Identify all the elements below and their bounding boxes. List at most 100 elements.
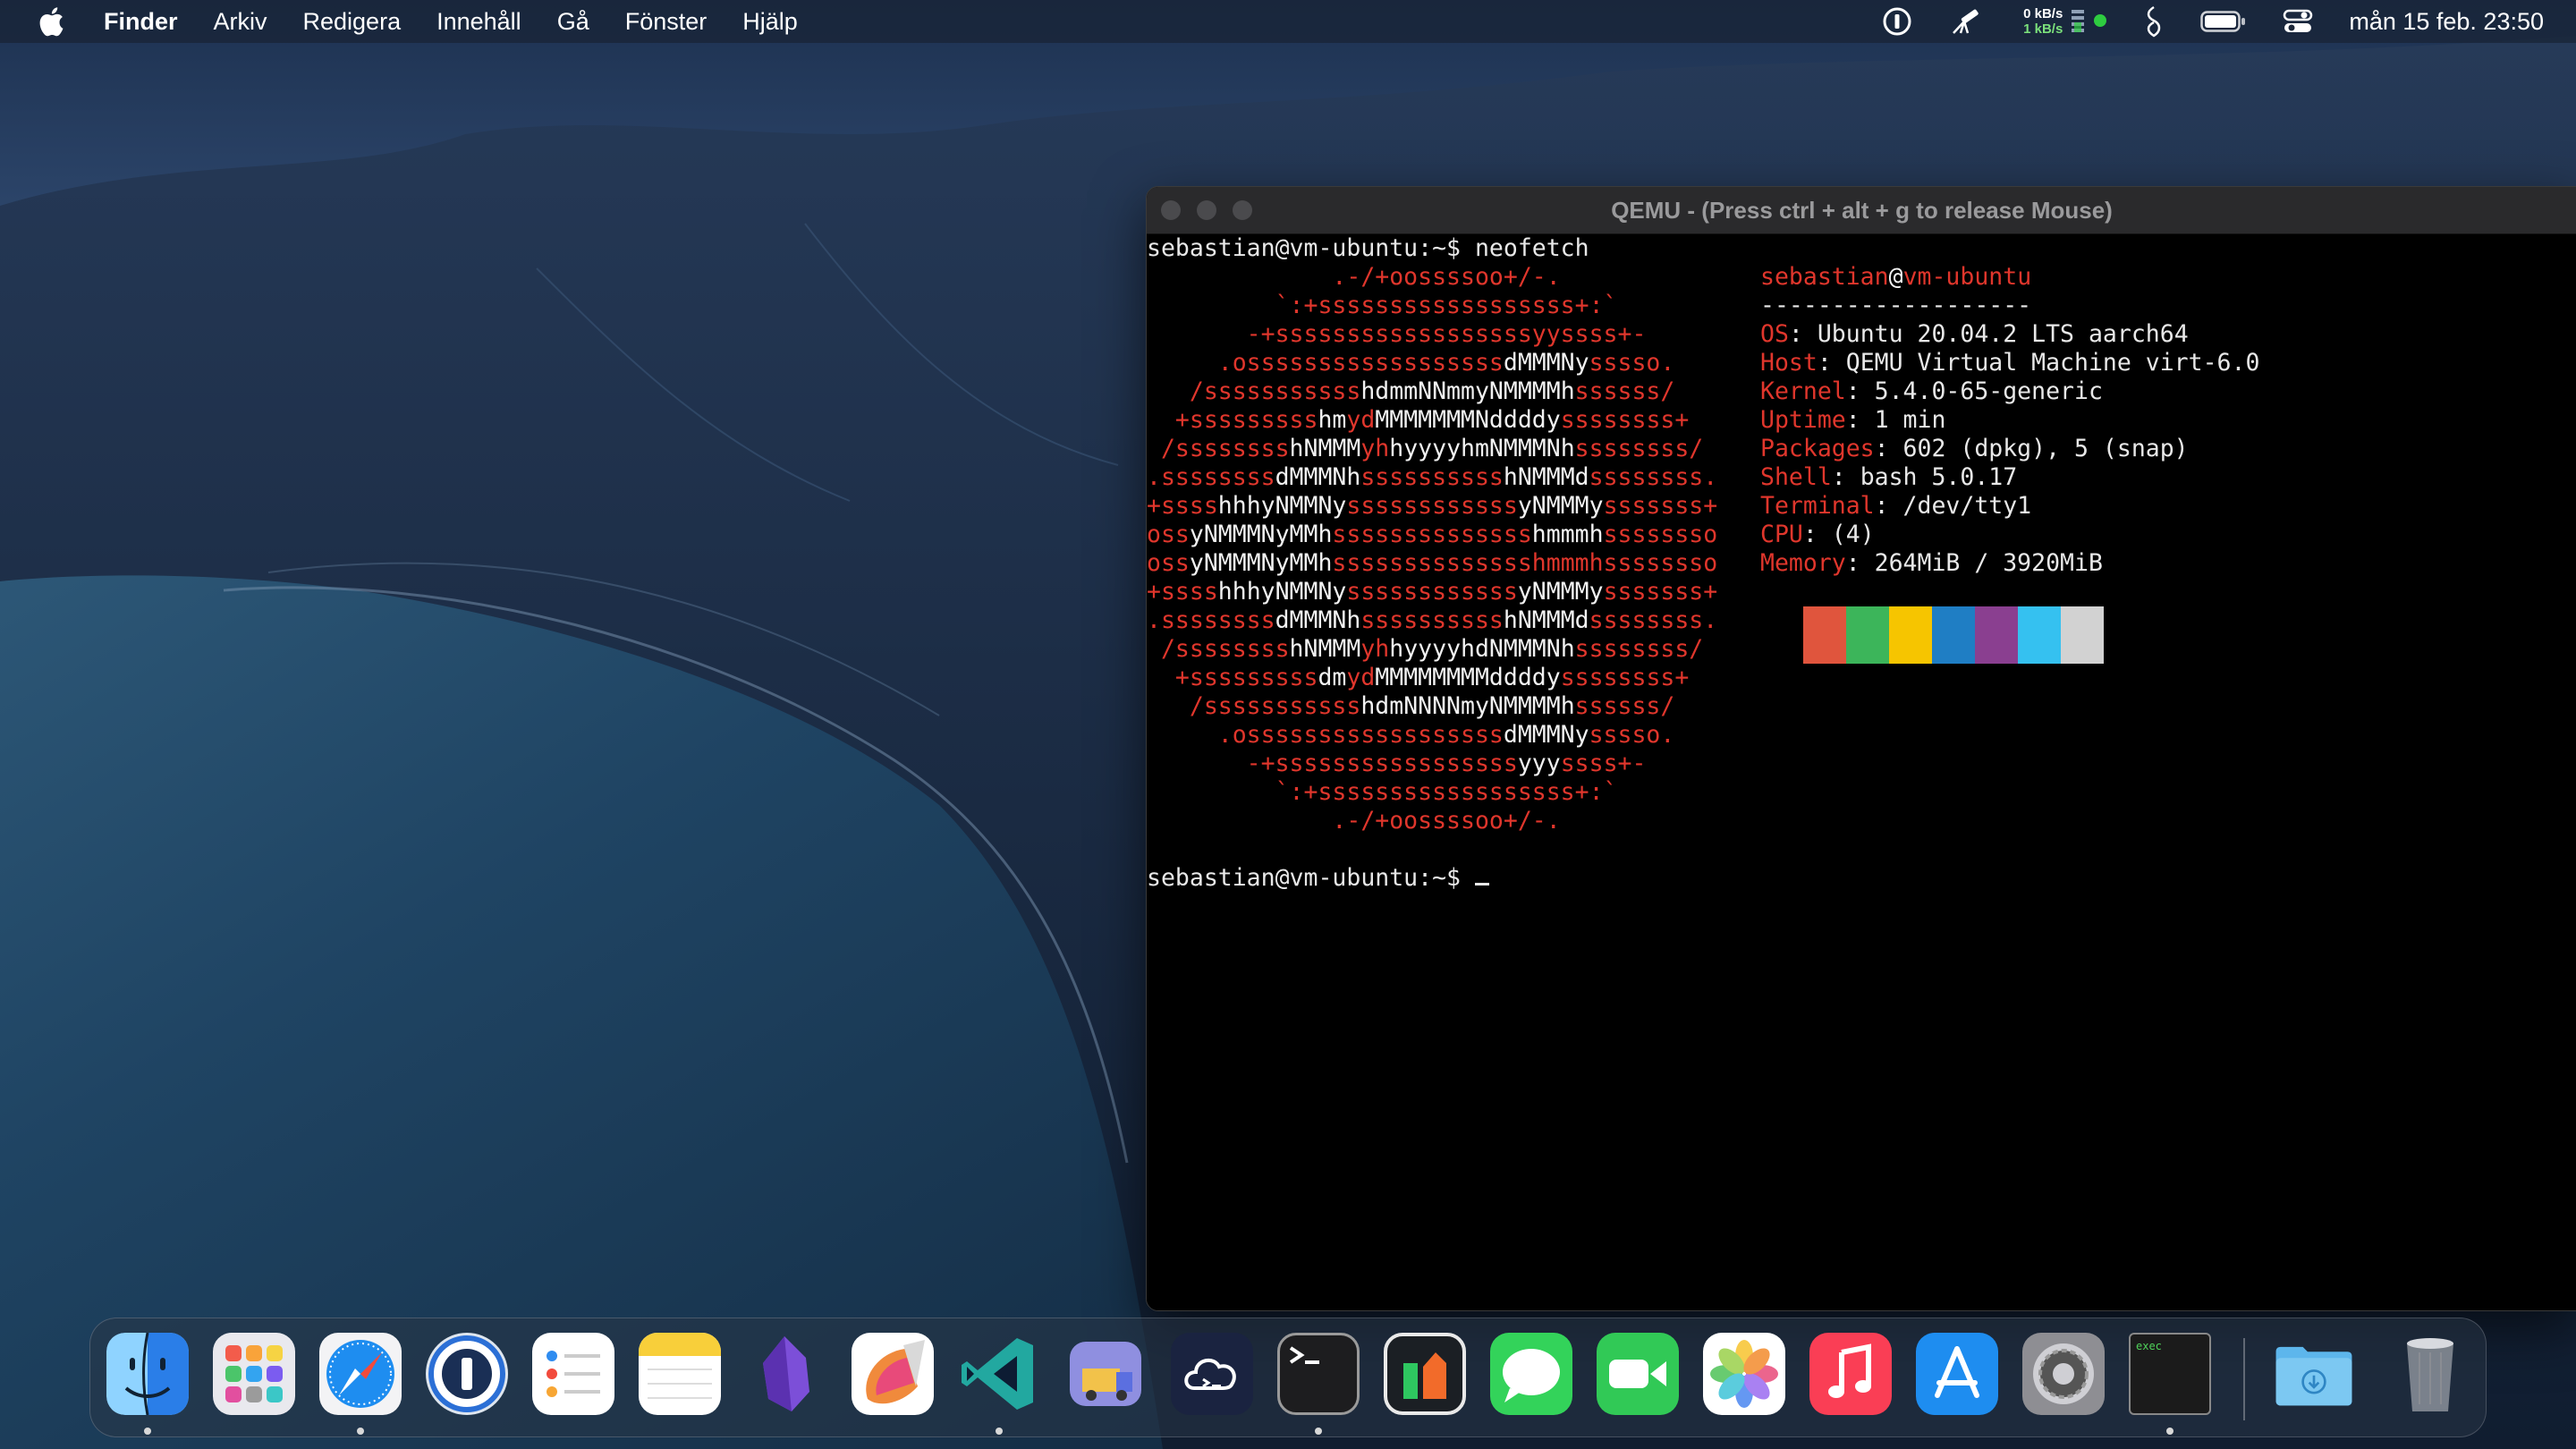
ascii-segment: .ssssssss — [1147, 463, 1275, 491]
dock-facetime[interactable] — [1597, 1333, 1679, 1415]
dock-finder[interactable] — [106, 1333, 189, 1415]
info-label: Host — [1760, 349, 1818, 377]
onepassword-menu-icon[interactable] — [1882, 6, 1912, 37]
dock-1password[interactable] — [426, 1333, 508, 1415]
dock-system-preferences[interactable] — [2022, 1333, 2105, 1415]
menu-arkiv[interactable]: Arkiv — [214, 8, 267, 36]
dock: exec — [89, 1318, 2487, 1437]
dock-messages[interactable] — [1490, 1333, 1572, 1415]
apple-menu-icon[interactable] — [36, 5, 66, 38]
minimize-button[interactable] — [1197, 200, 1216, 220]
dock-reminders[interactable] — [532, 1333, 614, 1415]
info-host: vm-ubuntu — [1902, 263, 2032, 291]
network-speed[interactable]: 0 kB/s 1 kB/s — [2023, 6, 2063, 37]
ascii-segment: hNMMM — [1289, 435, 1361, 462]
window-titlebar[interactable]: QEMU - (Press ctrl + alt + g to release … — [1147, 187, 2576, 234]
ascii-segment: yNMMMNyMMh — [1189, 549, 1333, 577]
menu-clock[interactable]: mån 15 feb. 23:50 — [2349, 8, 2544, 36]
ascii-segment: ssssssso — [1603, 521, 1718, 548]
ascii-segment: ssssssssss — [1360, 463, 1504, 491]
info-separator: ------------------- — [1760, 292, 2032, 319]
info-value: : QEMU Virtual Machine virt-6.0 — [1817, 349, 2260, 377]
dock-vscode[interactable] — [958, 1333, 1040, 1415]
menu-hjalp[interactable]: Hjälp — [742, 8, 798, 36]
dock-notes[interactable] — [639, 1333, 721, 1415]
ascii-segment: `:+ssssssssssssssssss+:` — [1147, 292, 1618, 319]
command-line: sebastian@vm-ubuntu:~$ neofetch — [1147, 234, 1589, 262]
exec-running-dot — [2166, 1428, 2174, 1435]
ascii-segment: hdmmNNmmyNMMMMh — [1360, 377, 1575, 405]
ascii-segment: dMMMNy — [1503, 721, 1589, 749]
info-user: sebastian — [1760, 263, 1889, 291]
ascii-segment: .-/+oossssoo+/-. — [1147, 807, 1561, 835]
dock-obsidian[interactable] — [745, 1333, 827, 1415]
info-value: : 5.4.0-65-generic — [1845, 377, 2103, 405]
terminal-running-dot — [1315, 1428, 1322, 1435]
ascii-segment: /sssssssssss — [1147, 377, 1361, 405]
menu-ga[interactable]: Gå — [557, 8, 589, 36]
dock-pixelmator[interactable] — [852, 1333, 934, 1415]
menu-fonster[interactable]: Fönster — [625, 8, 708, 36]
onepassword-icon — [428, 1335, 505, 1412]
dock-vectorian[interactable] — [1384, 1333, 1466, 1415]
text-cursor — [1474, 883, 1489, 886]
obsidian-icon — [763, 1336, 809, 1411]
info-label: CPU — [1760, 521, 1803, 548]
ascii-segment: -+ssssssssssssssssssyyssss+- — [1147, 320, 1647, 348]
telescope-menu-icon[interactable] — [1948, 6, 1984, 37]
ascii-segment: ssssss/ — [1574, 377, 1675, 405]
info-value: : bash 5.0.17 — [1831, 463, 2018, 491]
dock-transmit[interactable] — [1064, 1333, 1147, 1415]
bartender-menu-icon[interactable] — [2143, 4, 2165, 38]
info-label: Kernel — [1760, 377, 1846, 405]
menu-redigera[interactable]: Redigera — [303, 8, 402, 36]
terminal-screen[interactable]: sebastian@vm-ubuntu:~$ neofetch .-/+ooss… — [1147, 234, 2576, 1310]
zoom-button[interactable] — [1233, 200, 1252, 220]
dock-cloud-app[interactable] — [1171, 1333, 1253, 1415]
color-swatch — [2018, 606, 2061, 664]
network-upload: 0 kB/s — [2023, 6, 2063, 21]
photos-icon — [1710, 1340, 1778, 1408]
ascii-segment: ssssssss+ — [1560, 406, 1690, 434]
memory-stats-icon[interactable] — [2072, 8, 2107, 35]
ascii-segment: .ossssssssssssssssss — [1147, 349, 1504, 377]
ascii-segment: .-/+oossssoo+/-. — [1147, 263, 1561, 291]
prompt-text: sebastian@vm-ubuntu:~$ — [1147, 864, 1475, 892]
ascii-segment: ssssssssssss — [1346, 578, 1518, 606]
control-center-icon[interactable] — [2283, 8, 2313, 35]
ascii-segment: +sssssssss — [1147, 664, 1318, 691]
dock-trash[interactable] — [2389, 1333, 2471, 1415]
ascii-segment: `:+ssssssssssssssssss+:` — [1147, 778, 1618, 806]
info-value: : Ubuntu 20.04.2 LTS aarch64 — [1788, 320, 2189, 348]
info-label: Shell — [1760, 463, 1832, 491]
messages-icon — [1503, 1349, 1560, 1402]
dock-terminal[interactable] — [1277, 1333, 1360, 1415]
qemu-window[interactable]: QEMU - (Press ctrl + alt + g to release … — [1146, 186, 2576, 1311]
app-store-icon — [1935, 1346, 1979, 1398]
dock-safari[interactable] — [319, 1333, 402, 1415]
ascii-segment: dMMMNy — [1503, 349, 1589, 377]
notes-icon — [639, 1333, 721, 1399]
menu-innehall[interactable]: Innehåll — [436, 8, 521, 36]
downloads-folder-icon — [2275, 1346, 2352, 1406]
ascii-segment: sssso. — [1589, 349, 1675, 377]
network-download: 1 kB/s — [2023, 21, 2063, 37]
dock-app-store[interactable] — [1916, 1333, 1998, 1415]
ascii-segment: .ossssssssssssssssss — [1147, 721, 1504, 749]
ascii-segment: hhhyNMMNy — [1217, 492, 1347, 520]
dock-launchpad[interactable] — [213, 1333, 295, 1415]
close-button[interactable] — [1161, 200, 1181, 220]
battery-icon[interactable] — [2200, 10, 2247, 33]
dock-exec[interactable]: exec — [2129, 1333, 2211, 1415]
ascii-segment: dm — [1318, 664, 1347, 691]
dock-downloads[interactable] — [2273, 1333, 2355, 1415]
ascii-segment: hhhyNMMNy — [1217, 578, 1347, 606]
menu-app-name[interactable]: Finder — [104, 8, 178, 36]
ascii-segment: yNMMMy — [1517, 492, 1604, 520]
ascii-segment: /sssssssssss — [1147, 692, 1361, 720]
dock-photos[interactable] — [1703, 1333, 1785, 1415]
gear-icon — [2033, 1343, 2094, 1404]
ascii-segment: ssssss/ — [1574, 692, 1675, 720]
dock-music[interactable] — [1809, 1333, 1892, 1415]
info-value: : 602 (dpkg), 5 (snap) — [1874, 435, 2189, 462]
